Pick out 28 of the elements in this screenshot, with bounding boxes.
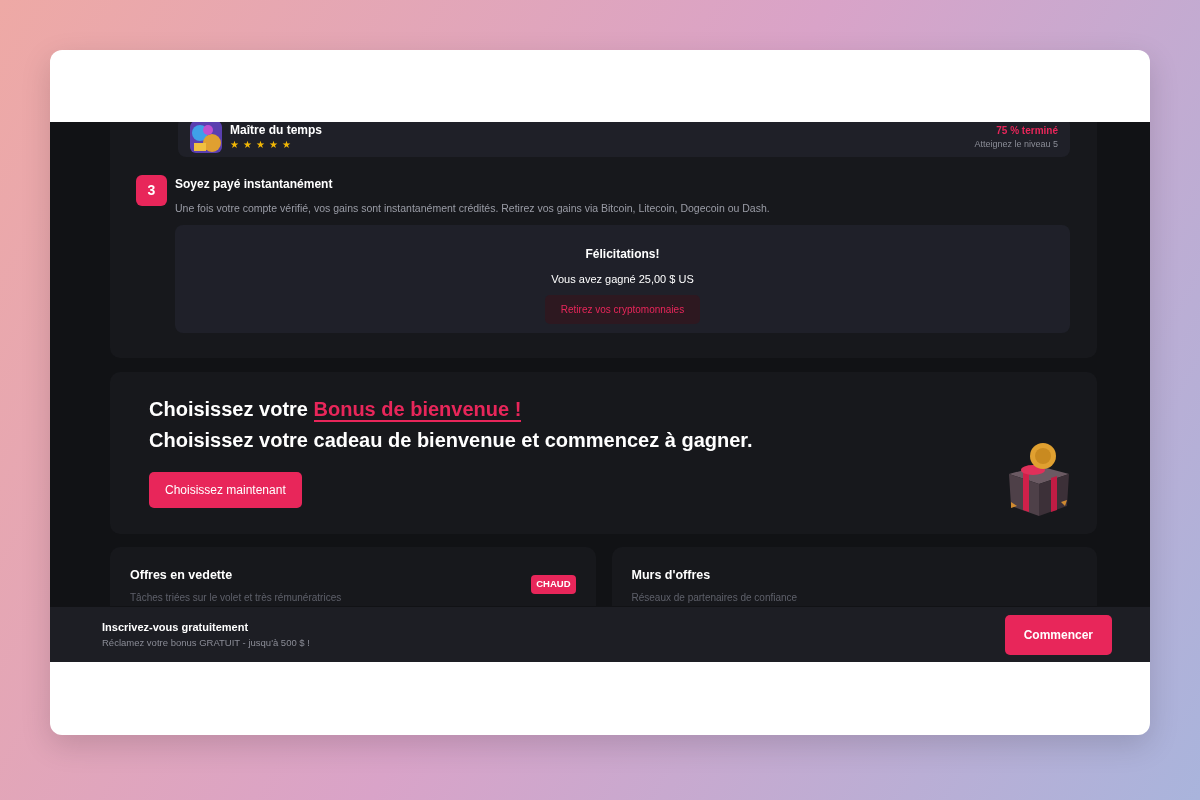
progress-text: 75 % terminé (995, 123, 1058, 138)
bonus-heading: Choisissez votre (149, 398, 308, 421)
bonus-highlight: Bonus de bienvenue ! (313, 398, 522, 423)
offer-subtitle: Tâches triées sur le volet et très rémunératrices (130, 591, 342, 605)
step-number: 3 (136, 175, 167, 206)
withdraw-button[interactable]: Retirez vos cryptomonnaies (544, 295, 701, 325)
signup-title: Inscrivez-vous gratuitement (102, 620, 250, 636)
start-button[interactable]: Commencer (1004, 614, 1112, 655)
bonus-subheading: Choisissez votre cadeau de bienvenue et commencez à gagner. (149, 428, 754, 454)
step-description: Une fois votre compte vérifié, vos gains sont instantanément crédités. Retirez vos gains via Bitcoin, Litecoin, Dogecoin ou Dash. (175, 201, 771, 216)
offer-card[interactable]: Offres en vedette Tâches triées sur le volet et très rémunératrices CHAUD (110, 547, 596, 607)
step-title: Soyez payé instantanément (175, 176, 334, 193)
star-icon: ★ (243, 140, 252, 150)
offer-title: Offres en vedette (130, 567, 234, 585)
star-icon: ★ (282, 140, 291, 150)
offer-title: Murs d'offres (631, 567, 712, 585)
star-icon: ★ (269, 140, 278, 150)
congrats-title: Félicitations! (584, 245, 661, 263)
star-icon: ★ (230, 140, 239, 150)
signup-subtitle: Réclamez votre bonus GRATUIT - jusqu'à 500 $ ! (102, 635, 310, 650)
congrats-message: Vous avez gagné 25,00 $ US (550, 271, 695, 287)
goal-text: Atteignez le niveau 5 (974, 137, 1058, 151)
star-icon: ★ (256, 140, 265, 150)
achievement-title: Maître du temps (230, 124, 322, 136)
hot-tag: CHAUD (531, 575, 576, 594)
offer-subtitle: Réseaux de partenaires de confiance (631, 591, 798, 605)
choose-button[interactable]: Choisissez maintenant (149, 472, 302, 509)
offer-card[interactable]: Murs d'offres Réseaux de partenaires de confiance (611, 547, 1097, 607)
